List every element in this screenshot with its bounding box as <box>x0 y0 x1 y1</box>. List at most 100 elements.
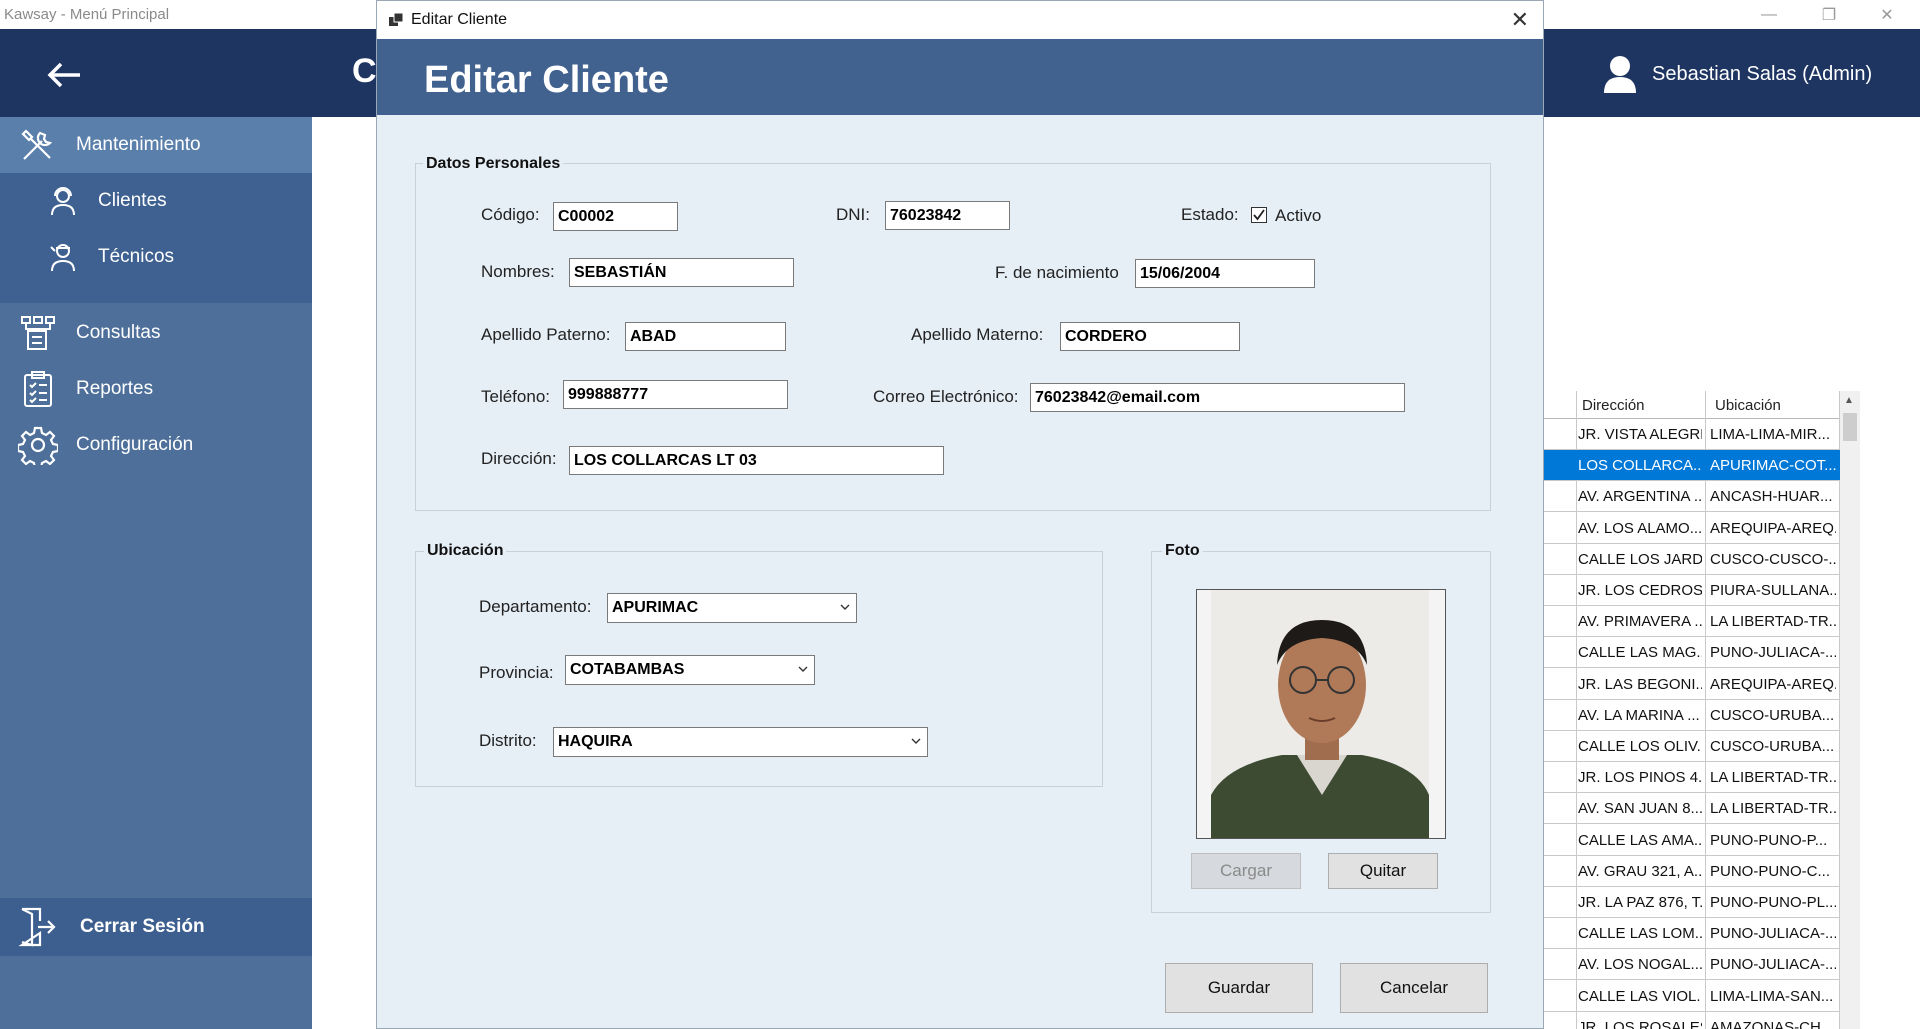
scroll-up-icon[interactable]: ▲ <box>1844 395 1854 406</box>
table-row[interactable]: JR. LOS ROSALES ... AMAZONAS-CH... <box>1544 1012 1840 1029</box>
cell-direccion: LOS COLLARCA... <box>1578 457 1702 475</box>
checkmark-icon <box>1253 209 1265 221</box>
table-row[interactable]: CALLE LAS AMA... PUNO-PUNO-P... <box>1544 825 1840 856</box>
cell-ubicacion: LA LIBERTAD-TR... <box>1710 769 1836 787</box>
activo-checkbox[interactable] <box>1251 207 1267 223</box>
chevron-down-icon <box>911 738 921 744</box>
quitar-button[interactable]: Quitar <box>1328 853 1438 889</box>
cell-ubicacion: PUNO-PUNO-P... <box>1710 831 1828 849</box>
cell-direccion: CALLE LAS AMA... <box>1578 831 1702 849</box>
cell-direccion: AV. PRIMAVERA ... <box>1578 613 1702 631</box>
client-photo <box>1196 589 1446 839</box>
sidebar-label-configuracion: Configuración <box>76 434 194 455</box>
cell-direccion: AV. ARGENTINA ... <box>1578 488 1702 506</box>
table-row[interactable]: AV. LOS ALAMO... AREQUIPA-AREQ... <box>1544 513 1840 544</box>
sidebar-item-tecnicos[interactable]: Técnicos <box>0 229 312 285</box>
distrito-select[interactable]: HAQUIRA <box>553 727 928 757</box>
activo-label[interactable]: Activo <box>1275 206 1321 226</box>
table-row[interactable]: AV. GRAU 321, A... PUNO-PUNO-C... <box>1544 856 1840 887</box>
correo-field[interactable]: 76023842@email.com <box>1030 383 1405 412</box>
dialog-title-bar: Editar Cliente ✕ <box>377 1 1543 39</box>
apellido-materno-label: Apellido Materno: <box>911 325 1044 344</box>
codigo-label: Código: <box>481 205 540 224</box>
minimize-button[interactable]: — <box>1746 0 1792 29</box>
departamento-label: Departamento: <box>479 597 592 616</box>
table-row[interactable]: AV. SAN JUAN 8... LA LIBERTAD-TR... <box>1544 793 1840 825</box>
header-title: C <box>352 52 377 90</box>
cell-ubicacion: CUSCO-URUBA... <box>1710 706 1835 724</box>
cell-ubicacion: ANCASH-HUAR... <box>1710 488 1833 506</box>
dialog-heading: Editar Cliente <box>424 59 669 101</box>
sidebar-item-reportes[interactable]: Reportes <box>0 361 312 417</box>
distrito-value: HAQUIRA <box>558 733 633 750</box>
table-row[interactable]: AV. LA MARINA ... CUSCO-URUBA... <box>1544 700 1840 731</box>
table-row[interactable]: AV. ARGENTINA ... ANCASH-HUAR... <box>1544 481 1840 513</box>
cell-ubicacion: AMAZONAS-CH... <box>1710 1018 1834 1029</box>
estado-label: Estado: <box>1181 205 1239 224</box>
table-row[interactable]: LOS COLLARCA... APURIMAC-COT... <box>1544 450 1840 482</box>
telefono-field[interactable]: 999888777 <box>563 380 788 409</box>
cancelar-button[interactable]: Cancelar <box>1340 963 1488 1013</box>
back-button[interactable] <box>44 60 84 90</box>
photo-label: Foto <box>1162 542 1203 560</box>
table-row[interactable]: CALLE LAS LOM... PUNO-JULIACA-... <box>1544 918 1840 950</box>
table-row[interactable]: AV. LOS NOGAL... PUNO-JULIACA-... <box>1544 949 1840 981</box>
table-row[interactable]: CALLE LAS MAG... PUNO-JULIACA-... <box>1544 637 1840 669</box>
provincia-select[interactable]: COTABAMBAS <box>565 655 815 685</box>
cell-ubicacion: LA LIBERTAD-TR... <box>1710 613 1836 631</box>
table-row[interactable]: AV. PRIMAVERA ... LA LIBERTAD-TR... <box>1544 606 1840 638</box>
distrito-label: Distrito: <box>479 731 537 750</box>
logout-button[interactable]: Cerrar Sesión <box>0 898 312 956</box>
sidebar-label-consultas: Consultas <box>76 322 161 343</box>
edit-client-dialog: Editar Cliente ✕ Editar Cliente Datos Pe… <box>376 0 1544 1029</box>
grid-scrollbar[interactable]: ▲ <box>1840 391 1860 1029</box>
cell-ubicacion: AREQUIPA-AREQ... <box>1710 519 1836 537</box>
column-header-direccion[interactable]: Dirección <box>1582 397 1645 414</box>
table-row[interactable]: JR. LOS CEDROS ... PIURA-SULLANA... <box>1544 575 1840 606</box>
chevron-down-icon <box>840 604 850 610</box>
cell-direccion: JR. LAS BEGONI... <box>1578 675 1702 693</box>
table-row[interactable]: JR. LOS PINOS 4... LA LIBERTAD-TR... <box>1544 762 1840 794</box>
cell-ubicacion: LA LIBERTAD-TR... <box>1710 800 1836 818</box>
codigo-field[interactable]: C00002 <box>553 202 678 231</box>
scrollbar-thumb[interactable] <box>1843 413 1857 441</box>
cell-ubicacion: PUNO-JULIACA-... <box>1710 644 1836 662</box>
departamento-value: APURIMAC <box>612 599 699 616</box>
clients-grid[interactable]: Dirección Ubicación JR. VISTA ALEGRE LIMA… <box>1544 391 1840 1029</box>
cell-direccion: JR. LOS PINOS 4... <box>1578 769 1702 787</box>
technician-icon <box>46 235 80 279</box>
clipboard-icon <box>16 367 60 411</box>
table-row[interactable]: JR. LAS BEGONI... AREQUIPA-AREQ... <box>1544 669 1840 700</box>
grid-header: Dirección Ubicación <box>1544 391 1840 419</box>
column-header-ubicacion[interactable]: Ubicación <box>1715 397 1781 414</box>
cargar-button[interactable]: Cargar <box>1191 853 1301 889</box>
personal-data-label: Datos Personales <box>423 155 564 173</box>
table-row[interactable]: CALLE LOS OLIV... CUSCO-URUBA... <box>1544 731 1840 762</box>
user-name: Sebastian Salas (Admin) <box>1652 63 1873 85</box>
table-row[interactable]: JR. VISTA ALEGRE LIMA-LIMA-MIR... <box>1544 419 1840 450</box>
departamento-select[interactable]: APURIMAC <box>607 593 857 623</box>
table-row[interactable]: CALLE LAS VIOL... LIMA-LIMA-SAN... <box>1544 981 1840 1012</box>
form-icon <box>389 13 403 26</box>
dni-field[interactable]: 76023842 <box>885 201 1010 230</box>
direccion-field[interactable]: LOS COLLARCAS LT 03 <box>569 446 944 475</box>
restore-button[interactable]: ❐ <box>1806 0 1852 29</box>
table-row[interactable]: JR. LA PAZ 876, T... PUNO-PUNO-PL... <box>1544 887 1840 918</box>
dialog-title: Editar Cliente <box>411 11 508 28</box>
cell-direccion: AV. LOS NOGAL... <box>1578 956 1702 974</box>
nombres-field[interactable]: SEBASTIÁN <box>569 258 794 287</box>
sidebar: Mantenimiento Clientes Técnicos Consulta… <box>0 117 312 1029</box>
sidebar-label-reportes: Reportes <box>76 378 154 399</box>
sidebar-item-consultas[interactable]: Consultas <box>0 305 312 361</box>
close-window-button[interactable]: ✕ <box>1864 0 1910 29</box>
sidebar-item-mantenimiento[interactable]: Mantenimiento <box>0 117 312 173</box>
dialog-close-button[interactable]: ✕ <box>1511 7 1529 33</box>
apellido-materno-field[interactable]: CORDERO <box>1060 322 1240 351</box>
cell-ubicacion: PUNO-PUNO-C... <box>1710 862 1830 880</box>
table-row[interactable]: CALLE LOS JARD... CUSCO-CUSCO-... <box>1544 544 1840 575</box>
guardar-button[interactable]: Guardar <box>1165 963 1313 1013</box>
sidebar-item-clientes[interactable]: Clientes <box>0 173 312 229</box>
nacimiento-field[interactable]: 15/06/2004 <box>1135 259 1315 288</box>
apellido-paterno-field[interactable]: ABAD <box>625 322 786 351</box>
sidebar-item-configuracion[interactable]: Configuración <box>0 417 312 473</box>
